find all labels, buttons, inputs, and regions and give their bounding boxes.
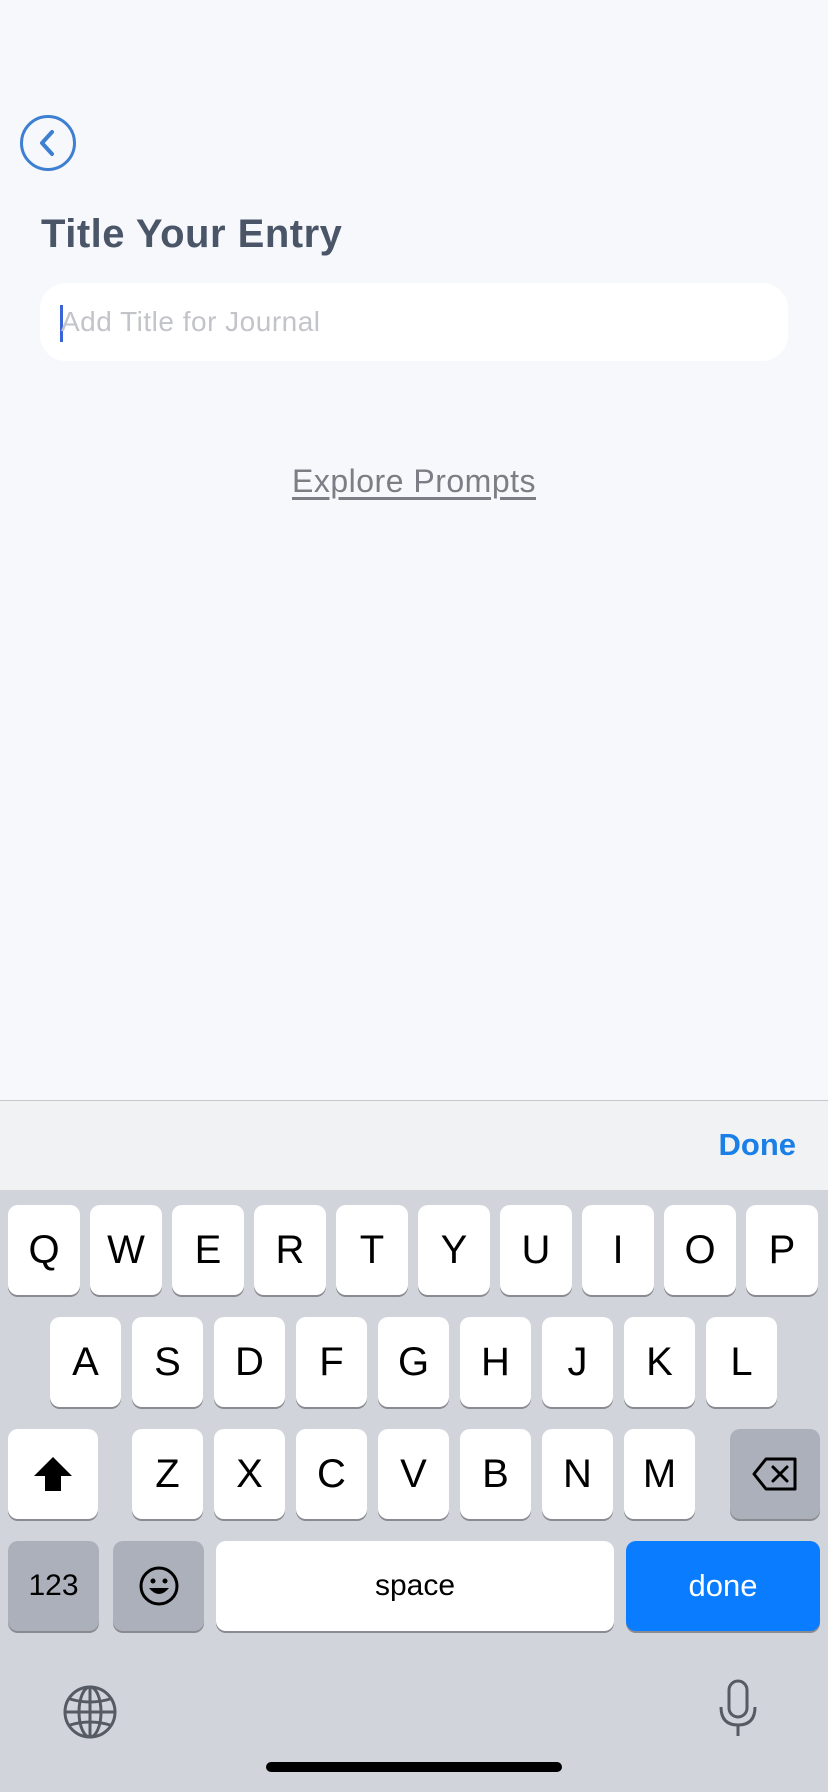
key-c[interactable]: C (296, 1429, 367, 1519)
key-j[interactable]: J (542, 1317, 613, 1407)
emoji-icon (139, 1566, 178, 1606)
journal-title-screen: Title Your Entry Explore Prompts (0, 0, 828, 1100)
keyboard-accessory-bar: Done (0, 1100, 828, 1190)
backspace-icon (752, 1457, 797, 1491)
journal-title-input[interactable] (60, 283, 761, 361)
key-i[interactable]: I (582, 1205, 654, 1295)
key-h[interactable]: H (460, 1317, 531, 1407)
back-button[interactable] (20, 115, 76, 171)
delete-key[interactable] (730, 1429, 820, 1519)
chevron-left-icon (40, 130, 54, 156)
space-key[interactable]: space (216, 1541, 614, 1631)
key-w[interactable]: W (90, 1205, 162, 1295)
globe-button[interactable] (60, 1682, 120, 1742)
key-e[interactable]: E (172, 1205, 244, 1295)
key-p[interactable]: P (746, 1205, 818, 1295)
home-indicator[interactable] (266, 1762, 562, 1772)
key-q[interactable]: Q (8, 1205, 80, 1295)
key-l[interactable]: L (706, 1317, 777, 1407)
key-x[interactable]: X (214, 1429, 285, 1519)
key-b[interactable]: B (460, 1429, 531, 1519)
shift-icon (34, 1457, 72, 1491)
key-u[interactable]: U (500, 1205, 572, 1295)
page-title: Title Your Entry (41, 212, 343, 256)
key-d[interactable]: D (214, 1317, 285, 1407)
key-n[interactable]: N (542, 1429, 613, 1519)
keyboard: Q W E R T Y U I O P A S D F G H J K L Z … (0, 1190, 828, 1792)
keyboard-done-key[interactable]: done (626, 1541, 820, 1631)
key-v[interactable]: V (378, 1429, 449, 1519)
key-a[interactable]: A (50, 1317, 121, 1407)
title-field[interactable] (40, 283, 788, 361)
key-m[interactable]: M (624, 1429, 695, 1519)
emoji-key[interactable] (113, 1541, 204, 1631)
key-o[interactable]: O (664, 1205, 736, 1295)
key-y[interactable]: Y (418, 1205, 490, 1295)
key-t[interactable]: T (336, 1205, 408, 1295)
key-s[interactable]: S (132, 1317, 203, 1407)
key-r[interactable]: R (254, 1205, 326, 1295)
explore-prompts-link[interactable]: Explore Prompts (0, 463, 828, 500)
microphone-icon (719, 1679, 757, 1736)
key-z[interactable]: Z (132, 1429, 203, 1519)
shift-key[interactable] (8, 1429, 98, 1519)
globe-icon (63, 1685, 117, 1739)
dictation-button[interactable] (710, 1676, 766, 1742)
accessory-done-button[interactable]: Done (719, 1127, 797, 1163)
key-f[interactable]: F (296, 1317, 367, 1407)
key-g[interactable]: G (378, 1317, 449, 1407)
key-k[interactable]: K (624, 1317, 695, 1407)
numbers-key[interactable]: 123 (8, 1541, 99, 1631)
